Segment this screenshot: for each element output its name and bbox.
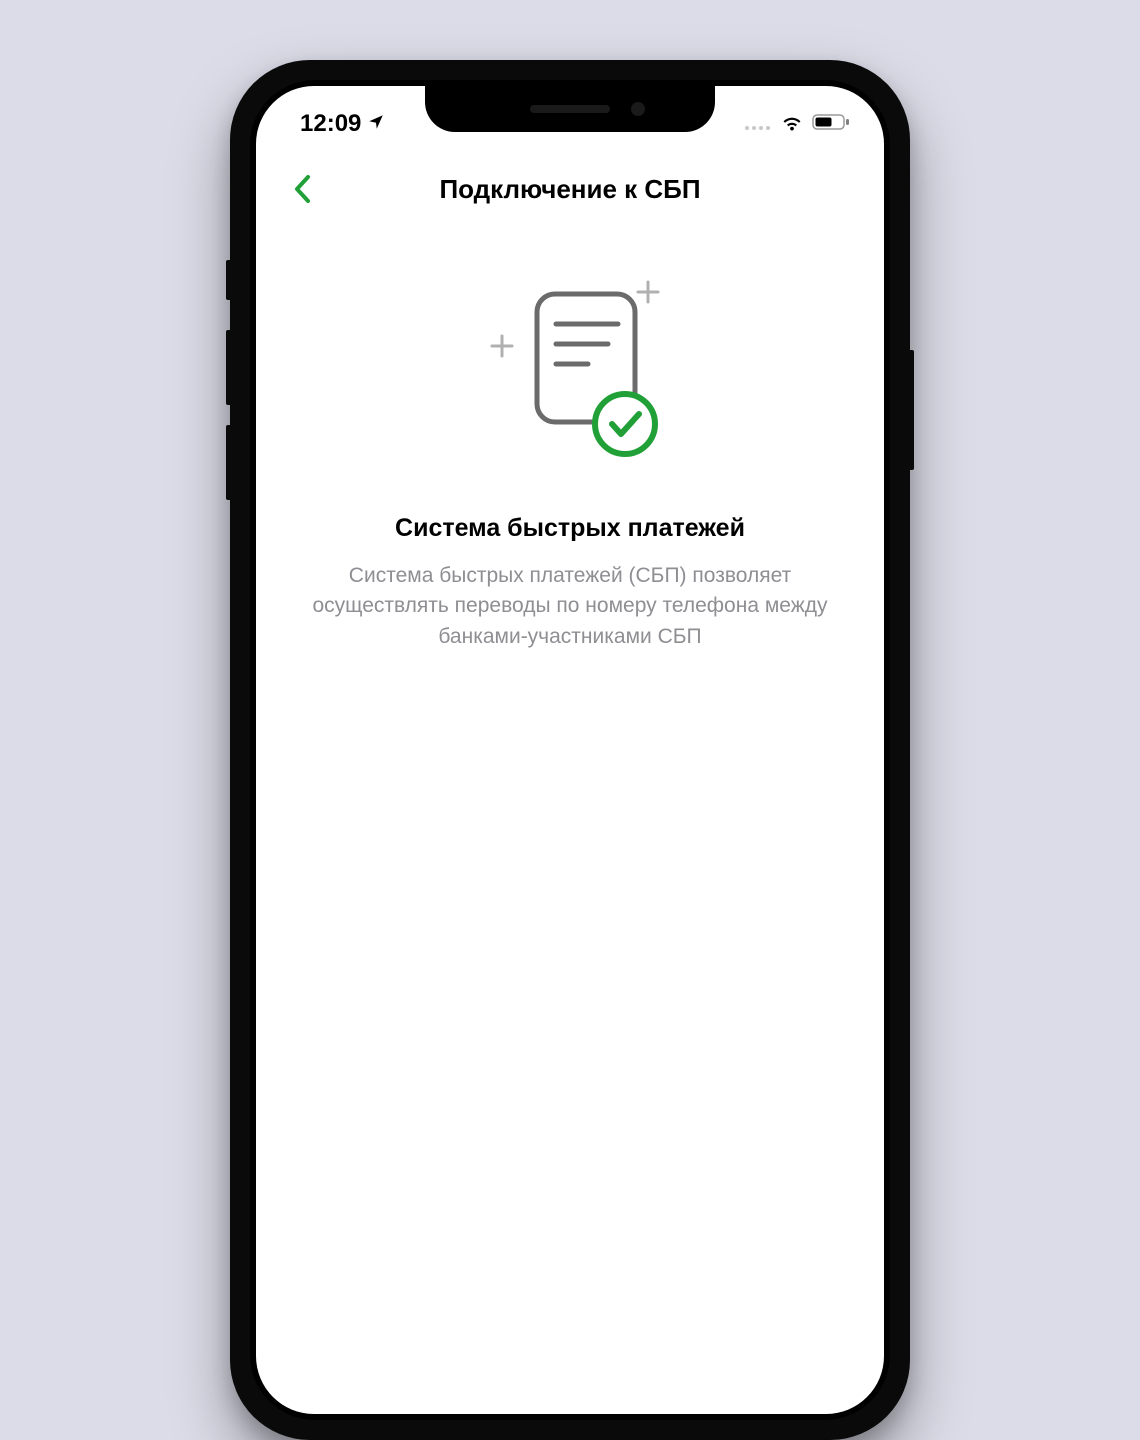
chevron-left-icon <box>293 174 311 204</box>
phone-screen: 12:09 <box>256 86 884 1414</box>
document-check-illustration <box>460 274 680 474</box>
main-content: Система быстрых платежей Система быстрых… <box>256 224 884 652</box>
check-circle-icon <box>595 394 655 454</box>
phone-device-frame: 12:09 <box>230 60 910 1440</box>
navigation-header: Подключение к СБП <box>256 154 884 224</box>
phone-side-button <box>226 260 230 300</box>
back-button[interactable] <box>280 167 324 211</box>
battery-icon <box>812 110 850 138</box>
content-heading: Система быстрых платежей <box>296 514 844 543</box>
wifi-icon <box>780 110 804 138</box>
phone-side-button <box>226 330 230 405</box>
phone-side-button <box>910 350 914 470</box>
front-camera <box>631 102 645 116</box>
content-description: Система быстрых платежей (СБП) позволяет… <box>305 561 835 652</box>
location-icon <box>367 110 385 138</box>
phone-side-button <box>226 425 230 500</box>
cellular-icon <box>744 110 772 138</box>
speaker-grille <box>530 105 610 113</box>
phone-notch <box>425 86 715 132</box>
sparkle-icon <box>492 336 512 356</box>
sparkle-icon <box>638 282 658 302</box>
page-title: Подключение к СБП <box>256 174 884 205</box>
status-time: 12:09 <box>300 110 361 138</box>
